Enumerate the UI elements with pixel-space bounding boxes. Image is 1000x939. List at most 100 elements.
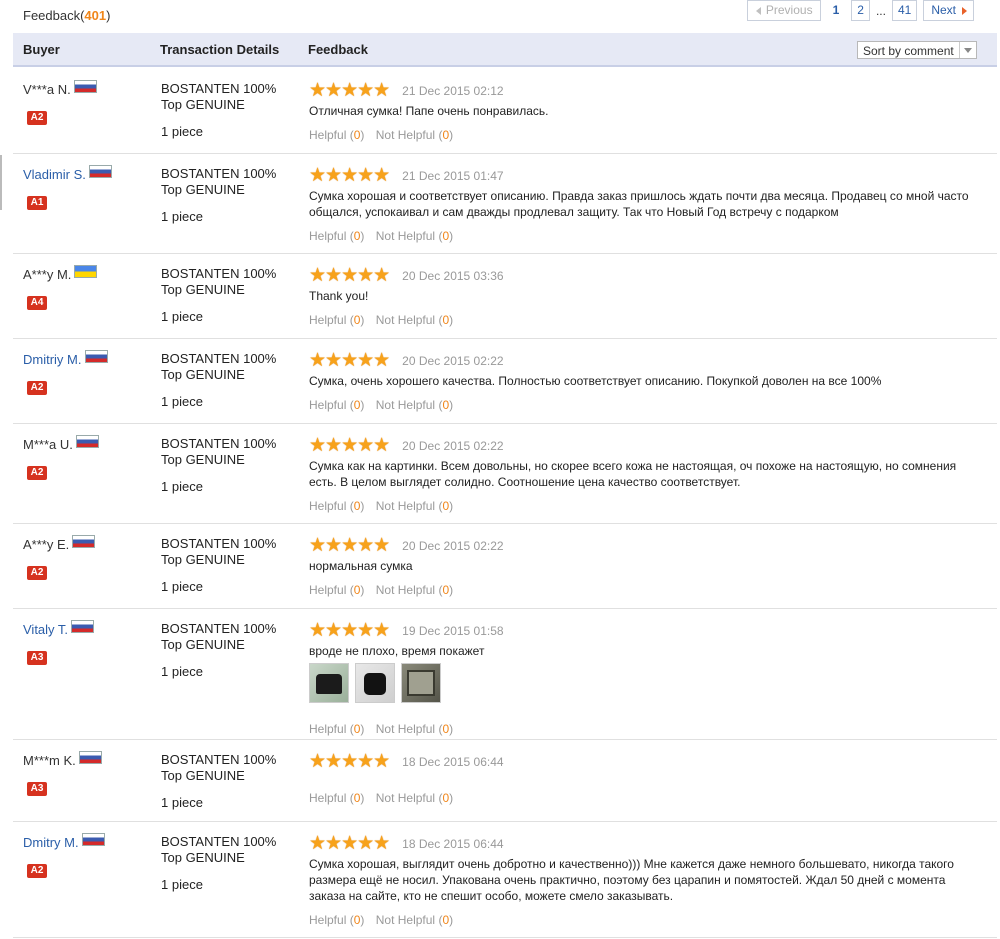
buyer-name[interactable]: Dmitry M. [23, 834, 104, 850]
chevron-left-icon [755, 6, 761, 15]
product-name: BOSTANTEN 100% Top GENUINE LEATHER [161, 436, 277, 471]
table-row: A***y E. A2 BOSTANTEN 100% Top GENUINE L… [13, 523, 997, 609]
buyer-name[interactable]: Vitaly T. [23, 621, 94, 637]
buyer-column-header: Buyer [23, 42, 60, 57]
product-name: BOSTANTEN 100% Top GENUINE LEATHER [161, 166, 277, 201]
transaction-details: BOSTANTEN 100% Top GENUINE LEATHER 1 pie… [161, 166, 281, 225]
country-flag-icon [72, 621, 94, 632]
photo-thumbnail[interactable] [355, 663, 395, 703]
not-helpful-button[interactable]: Not Helpful (0) [376, 398, 453, 412]
helpful-votes: Helpful (0) Not Helpful (0) [309, 499, 979, 513]
table-row: V***a N. A2 BOSTANTEN 100% Top GENUINE L… [13, 68, 997, 154]
helpful-votes: Helpful (0) Not Helpful (0) [309, 722, 979, 736]
transaction-details: BOSTANTEN 100% Top GENUINE LEATHER 1 pie… [161, 436, 281, 495]
helpful-button[interactable]: Helpful (0) [309, 499, 364, 513]
feedback-date: 19 Dec 2015 01:58 [402, 624, 504, 638]
helpful-button[interactable]: Helpful (0) [309, 229, 364, 243]
country-flag-icon [82, 834, 104, 845]
not-helpful-button[interactable]: Not Helpful (0) [376, 913, 453, 927]
chevron-down-icon [959, 42, 976, 58]
not-helpful-button[interactable]: Not Helpful (0) [376, 499, 453, 513]
not-helpful-button[interactable]: Not Helpful (0) [376, 722, 453, 736]
rating-stars-icon: ★★★★★ [309, 435, 390, 456]
helpful-votes: Helpful (0) Not Helpful (0) [309, 229, 979, 243]
feedback-date: 18 Dec 2015 06:44 [402, 837, 504, 851]
buyer-level-badge: A2 [27, 466, 47, 480]
transaction-details: BOSTANTEN 100% Top GENUINE LEATHER 1 pie… [161, 81, 281, 140]
feedback-date: 21 Dec 2015 01:47 [402, 169, 504, 183]
feedback-date: 20 Dec 2015 02:22 [402, 539, 504, 553]
table-row: M***a U. A2 BOSTANTEN 100% Top GENUINE L… [13, 423, 997, 524]
not-helpful-button[interactable]: Not Helpful (0) [376, 791, 453, 805]
feedback-text: Сумка хорошая и соответствует описанию. … [309, 189, 969, 219]
rating-stars-icon: ★★★★★ [309, 165, 390, 186]
next-page-button[interactable]: Next [923, 0, 974, 21]
previous-page-button[interactable]: Previous [746, 0, 821, 21]
left-edge-marker [0, 155, 2, 210]
photo-thumbnail[interactable] [401, 663, 441, 703]
buyer-level-badge: A2 [27, 381, 47, 395]
pagination: Previous 1 2 ... 41 Next [746, 0, 974, 21]
feedback-text: Сумка, очень хорошего качества. Полность… [309, 374, 882, 388]
product-name: BOSTANTEN 100% Top GENUINE LEATHER [161, 621, 277, 656]
transaction-details: BOSTANTEN 100% Top GENUINE LEATHER 1 pie… [161, 621, 281, 680]
photo-thumbnail[interactable] [309, 663, 349, 703]
helpful-votes: Helpful (0) Not Helpful (0) [309, 398, 979, 412]
product-name: BOSTANTEN 100% Top GENUINE LEATHER [161, 536, 277, 571]
helpful-votes: Helpful (0) Not Helpful (0) [309, 128, 979, 142]
helpful-button[interactable]: Helpful (0) [309, 398, 364, 412]
helpful-button[interactable]: Helpful (0) [309, 791, 364, 805]
feedback-title: Feedback(401) [23, 8, 111, 23]
transaction-details: BOSTANTEN 100% Top GENUINE LEATHER 1 pie… [161, 266, 281, 325]
buyer-level-badge: A4 [27, 296, 47, 310]
not-helpful-button[interactable]: Not Helpful (0) [376, 313, 453, 327]
feedback-cell: ★★★★★ 20 Dec 2015 02:22 Сумка как на карт… [309, 435, 979, 513]
feedback-cell: ★★★★★ 18 Dec 2015 06:44 Сумка хорошая, вы… [309, 834, 979, 927]
quantity: 1 piece [161, 394, 203, 409]
buyer-name: A***y M. [23, 266, 97, 282]
not-helpful-button[interactable]: Not Helpful (0) [376, 583, 453, 597]
feedback-date: 21 Dec 2015 02:12 [402, 84, 504, 98]
feedback-text: Сумка как на картинки. Всем довольны, но… [309, 459, 957, 489]
chevron-right-icon [962, 6, 967, 15]
rating-stars-icon: ★★★★★ [309, 535, 390, 556]
feedback-cell: ★★★★★ 20 Dec 2015 03:36 Thank you! Helpfu… [309, 266, 979, 327]
table-row: A***y M. A4 BOSTANTEN 100% Top GENUINE L… [13, 253, 997, 339]
table-header: Buyer Transaction Details Feedback Sort … [13, 33, 997, 67]
buyer-name: A***y E. [23, 536, 95, 552]
buyer-name[interactable]: Vladimir S. [23, 166, 111, 182]
helpful-button[interactable]: Helpful (0) [309, 722, 364, 736]
page-1-link[interactable]: 1 [826, 0, 846, 21]
buyer-level-badge: A3 [27, 782, 47, 796]
feedback-date: 20 Dec 2015 03:36 [402, 269, 504, 283]
helpful-button[interactable]: Helpful (0) [309, 583, 364, 597]
country-flag-icon [75, 266, 97, 277]
not-helpful-button[interactable]: Not Helpful (0) [376, 128, 453, 142]
table-row: Vladimir S. A1 BOSTANTEN 100% Top GENUIN… [13, 153, 997, 254]
helpful-votes: Helpful (0) Not Helpful (0) [309, 313, 979, 327]
page-2-link[interactable]: 2 [851, 0, 870, 21]
table-row: Vitaly T. A3 BOSTANTEN 100% Top GENUINE … [13, 608, 997, 740]
country-flag-icon [74, 81, 96, 92]
transaction-column-header: Transaction Details [160, 42, 280, 57]
feedback-date: 20 Dec 2015 02:22 [402, 439, 504, 453]
feedback-cell: ★★★★★ 21 Dec 2015 02:12 Отличная сумка! П… [309, 81, 979, 142]
product-name: BOSTANTEN 100% Top GENUINE LEATHER [161, 266, 277, 301]
feedback-cell: ★★★★★ 18 Dec 2015 06:44 Helpful (0) Not H… [309, 752, 979, 805]
helpful-button[interactable]: Helpful (0) [309, 313, 364, 327]
feedback-date: 18 Dec 2015 06:44 [402, 755, 504, 769]
feedback-text: вроде не плохо, время покажет [309, 644, 485, 658]
helpful-button[interactable]: Helpful (0) [309, 128, 364, 142]
page-last-link[interactable]: 41 [891, 0, 918, 21]
buyer-name: V***a N. [23, 81, 96, 97]
buyer-level-badge: A2 [27, 111, 47, 125]
helpful-button[interactable]: Helpful (0) [309, 913, 364, 927]
feedback-cell: ★★★★★ 20 Dec 2015 02:22 Сумка, очень хоро… [309, 351, 979, 412]
helpful-votes: Helpful (0) Not Helpful (0) [309, 583, 979, 597]
not-helpful-button[interactable]: Not Helpful (0) [376, 229, 453, 243]
buyer-name[interactable]: Dmitriy M. [23, 351, 107, 367]
transaction-details: BOSTANTEN 100% Top GENUINE LEATHER 1 pie… [161, 351, 281, 410]
sort-select[interactable]: Sort by comment [857, 41, 977, 59]
country-flag-icon [85, 351, 107, 362]
buyer-level-badge: A1 [27, 196, 47, 210]
